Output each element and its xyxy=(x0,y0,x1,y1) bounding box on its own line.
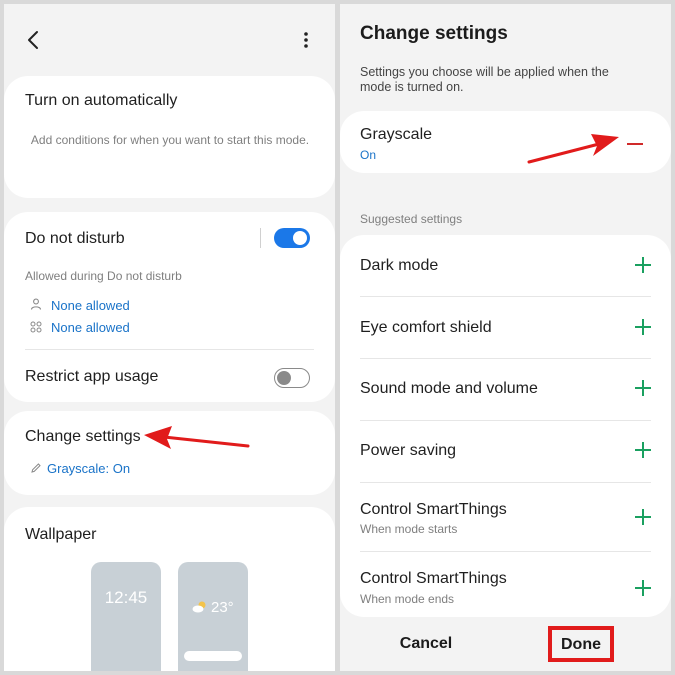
suggested-item[interactable]: Dark mode xyxy=(340,235,671,297)
panel-description: Settings you choose will be applied when… xyxy=(360,65,609,94)
suggested-item-label: Eye comfort shield xyxy=(360,319,492,336)
apps-grid-icon xyxy=(30,320,42,333)
home-search-bar xyxy=(184,651,242,661)
restrict-app-usage-toggle[interactable] xyxy=(274,368,310,388)
add-power-saving-button[interactable] xyxy=(635,442,651,458)
turn-on-automatically-card[interactable]: Turn on automatically Add conditions for… xyxy=(4,76,335,198)
suggested-settings-card: Dark mode Eye comfort shield Sound mode … xyxy=(340,235,671,617)
dnd-divider xyxy=(25,349,314,350)
more-options-button[interactable] xyxy=(294,28,318,52)
change-settings-panel: Change settings Settings you choose will… xyxy=(340,4,671,671)
remove-grayscale-button[interactable] xyxy=(627,143,643,145)
person-icon xyxy=(30,297,42,310)
annotation-arrow xyxy=(144,426,250,449)
done-button[interactable]: Done xyxy=(548,626,614,662)
weather-temp: 23° xyxy=(211,599,234,616)
annotation-arrow-right xyxy=(527,134,619,164)
cancel-button[interactable]: Cancel xyxy=(380,635,472,653)
suggested-settings-label: Suggested settings xyxy=(360,212,463,226)
dnd-toggle[interactable] xyxy=(274,228,310,248)
add-smartthings-end-button[interactable] xyxy=(635,580,651,596)
suggested-item-sub: When mode starts xyxy=(360,522,458,536)
dnd-people-value[interactable]: None allowed xyxy=(51,298,130,313)
lock-screen-thumbnail[interactable]: 12:45 xyxy=(91,562,161,671)
panel-title: Change settings xyxy=(360,23,508,44)
suggested-item[interactable]: Sound mode and volume xyxy=(340,359,671,421)
add-sound-mode-button[interactable] xyxy=(635,380,651,396)
dnd-apps-value[interactable]: None allowed xyxy=(51,320,130,335)
suggested-item-sub: When mode ends xyxy=(360,592,455,606)
home-screen-thumbnail[interactable]: 23° xyxy=(178,562,248,671)
turn-on-automatically-title: Turn on automatically xyxy=(25,92,178,109)
suggested-item-label: Power saving xyxy=(360,442,457,459)
vertical-separator xyxy=(260,228,261,248)
suggested-item[interactable]: Control SmartThings When mode starts xyxy=(340,483,671,551)
suggested-item-label: Control SmartThings xyxy=(360,501,507,518)
wallpaper-card[interactable]: Wallpaper 12:45 23° xyxy=(4,507,335,671)
add-eye-comfort-button[interactable] xyxy=(635,319,651,335)
suggested-item[interactable]: Control SmartThings When mode ends xyxy=(340,552,671,617)
turn-on-automatically-description: Add conditions for when you want to star… xyxy=(30,133,310,147)
restrict-app-usage-title[interactable]: Restrict app usage xyxy=(25,368,158,386)
done-label: Done xyxy=(561,636,601,653)
grayscale-status: On xyxy=(360,148,377,162)
more-vertical-icon xyxy=(304,32,308,48)
wallpaper-title: Wallpaper xyxy=(25,526,97,543)
suggested-item-label: Control SmartThings xyxy=(360,570,507,587)
suggested-item[interactable]: Power saving xyxy=(340,421,671,483)
suggested-item-label: Sound mode and volume xyxy=(360,380,538,397)
dnd-title[interactable]: Do not disturb xyxy=(25,230,125,248)
add-smartthings-start-button[interactable] xyxy=(635,509,651,525)
suggested-item[interactable]: Eye comfort shield xyxy=(340,297,671,359)
mode-settings-panel: Turn on automatically Add conditions for… xyxy=(4,4,335,671)
chevron-left-icon xyxy=(28,31,38,49)
suggested-item-label: Dark mode xyxy=(360,257,439,274)
grayscale-title: Grayscale xyxy=(360,126,433,143)
dnd-allowed-label: Allowed during Do not disturb xyxy=(25,269,182,283)
change-settings-value: Grayscale: On xyxy=(47,461,131,476)
lock-screen-clock: 12:45 xyxy=(104,588,148,607)
change-settings-title: Change settings xyxy=(25,428,141,445)
back-button[interactable] xyxy=(22,28,46,52)
weather-icon xyxy=(192,600,208,614)
add-dark-mode-button[interactable] xyxy=(635,257,651,273)
dnd-card: Do not disturb Allowed during Do not dis… xyxy=(4,212,335,402)
pencil-icon xyxy=(30,461,42,473)
